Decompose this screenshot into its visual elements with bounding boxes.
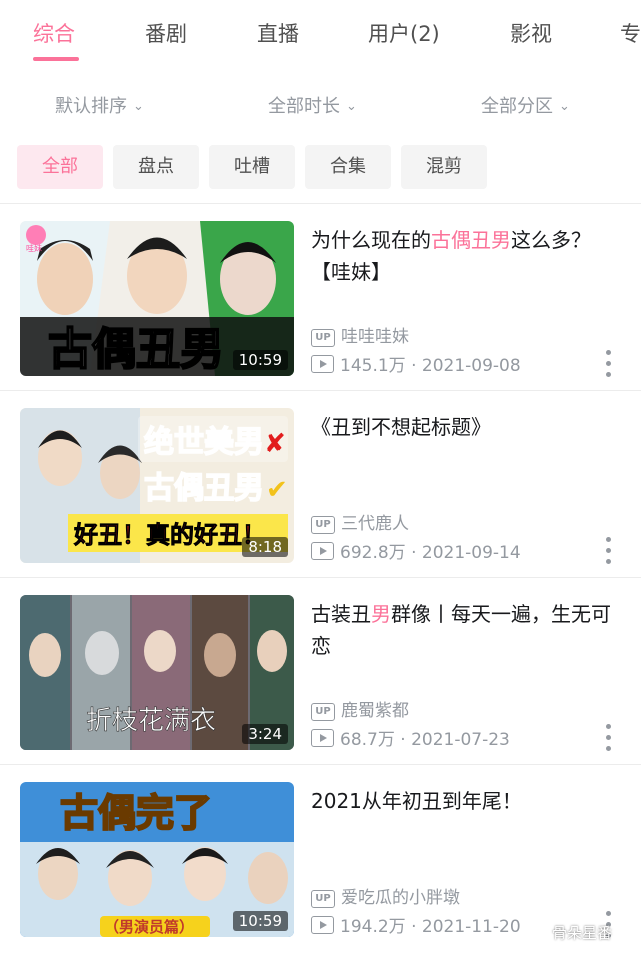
publish-date: 2021-07-23	[411, 730, 510, 750]
title-text: 2021从年初丑到年尾！	[311, 789, 522, 813]
chevron-down-icon: ⌄	[559, 99, 570, 114]
check-mark-icon: ✔	[266, 475, 288, 505]
video-thumbnail[interactable]: 古偶丑男 哇妹 10:59	[20, 221, 294, 376]
uploader-row[interactable]: UP 三代鹿人	[311, 509, 409, 534]
uploader-name: 爱吃瓜的小胖墩	[341, 888, 460, 908]
video-thumbnail[interactable]: 古偶完了 （男演员篇） 10:59	[20, 782, 294, 937]
duration-filter[interactable]: 全部时长 ⌄	[268, 92, 357, 118]
duration-filter-label: 全部时长	[268, 96, 340, 117]
tab-film[interactable]: 影视	[510, 18, 552, 48]
tab-all[interactable]: 综合	[33, 18, 75, 48]
chip-remix[interactable]: 混剪	[401, 145, 487, 189]
chip-ranking[interactable]: 盘点	[113, 145, 199, 189]
tab-users[interactable]: 用户(2)	[368, 18, 440, 48]
video-title[interactable]: 为什么现在的古偶丑男这么多？【哇妹】	[311, 224, 621, 288]
more-dots-icon[interactable]	[603, 724, 615, 752]
cross-mark-icon: ✘	[264, 429, 286, 459]
thumbnail-caption: 古偶丑男	[48, 324, 224, 375]
uploader-row[interactable]: UP 爱吃瓜的小胖墩	[311, 883, 460, 908]
up-badge-icon: UP	[311, 890, 335, 908]
video-duration: 8:18	[242, 537, 288, 557]
publish-date: 2021-09-14	[421, 543, 521, 563]
wechat-icon	[528, 926, 548, 940]
video-meta: 194.2万 · 2021-11-20	[311, 912, 521, 937]
chip-collection[interactable]: 合集	[305, 145, 391, 189]
up-badge-icon: UP	[311, 703, 335, 721]
play-count-icon	[311, 355, 334, 373]
thumbnail-caption: 古偶完了	[60, 791, 212, 835]
active-tab-indicator	[33, 57, 79, 61]
thumbnail-badge: 哇妹	[26, 243, 42, 253]
sort-filter-label: 默认排序	[55, 96, 127, 117]
up-badge-icon: UP	[311, 516, 335, 534]
play-count-icon	[311, 542, 334, 560]
title-highlight: 古偶丑男	[431, 228, 511, 252]
video-meta: 68.7万 · 2021-07-23	[311, 725, 510, 750]
thumbnail-caption: 折枝花满衣	[86, 706, 216, 736]
zone-filter-label: 全部分区	[481, 96, 553, 117]
more-dots-icon[interactable]	[603, 537, 615, 565]
publish-date: 2021-11-20	[421, 917, 521, 937]
view-count: 692.8万	[340, 543, 406, 563]
view-count: 194.2万	[340, 917, 406, 937]
sort-filter[interactable]: 默认排序 ⌄	[55, 92, 144, 118]
up-badge-icon: UP	[311, 329, 335, 347]
chip-all[interactable]: 全部	[17, 145, 103, 189]
video-card[interactable]: 绝世美男 ✘ 古偶丑男 ✔ 好丑！真的好丑！ 8:18 《丑到不想起标题》 UP…	[0, 391, 641, 578]
publish-date: 2021-09-08	[421, 356, 521, 376]
thumbnail-caption: （男演员篇）	[104, 918, 194, 936]
tab-live[interactable]: 直播	[257, 18, 299, 48]
title-text: 古装丑	[311, 602, 371, 626]
uploader-row[interactable]: UP 哇哇哇妹	[311, 322, 409, 347]
video-duration: 10:59	[232, 911, 288, 931]
video-thumbnail[interactable]: 折枝花满衣 3:24	[20, 595, 294, 750]
view-count: 145.1万	[340, 356, 406, 376]
video-title[interactable]: 2021从年初丑到年尾！	[311, 785, 621, 817]
view-count: 68.7万	[340, 730, 395, 750]
uploader-name: 三代鹿人	[341, 514, 409, 534]
title-text: 《丑到不想起标题》	[311, 415, 491, 439]
video-meta: 145.1万 · 2021-09-08	[311, 351, 521, 376]
uploader-name: 鹿蜀紫都	[341, 701, 409, 721]
video-card[interactable]: 古偶丑男 哇妹 10:59 为什么现在的古偶丑男这么多？【哇妹】 UP 哇哇哇妹 …	[0, 204, 641, 391]
tab-special[interactable]: 专	[620, 18, 641, 48]
video-card[interactable]: 折枝花满衣 3:24 古装丑男群像丨每天一遍，生无可恋 UP 鹿蜀紫都 68.7万…	[0, 578, 641, 765]
more-dots-icon[interactable]	[603, 350, 615, 378]
chevron-down-icon: ⌄	[133, 99, 144, 114]
zone-filter[interactable]: 全部分区 ⌄	[481, 92, 570, 118]
video-duration: 10:59	[232, 350, 288, 370]
chevron-down-icon: ⌄	[346, 99, 357, 114]
video-title[interactable]: 古装丑男群像丨每天一遍，生无可恋	[311, 598, 621, 662]
watermark-text: 骨朵星番	[552, 924, 613, 942]
video-duration: 3:24	[242, 724, 288, 744]
watermark: 骨朵星番	[528, 922, 612, 943]
chip-rant[interactable]: 吐槽	[209, 145, 295, 189]
search-tab-bar: 综合 番剧 直播 用户(2) 影视 专	[0, 0, 641, 72]
thumbnail-caption: 好丑！真的好丑！	[73, 521, 266, 549]
play-count-icon	[311, 916, 334, 934]
title-highlight: 男	[371, 602, 391, 626]
video-title[interactable]: 《丑到不想起标题》	[311, 411, 621, 443]
uploader-row[interactable]: UP 鹿蜀紫都	[311, 696, 409, 721]
play-count-icon	[311, 729, 334, 747]
tab-bangumi[interactable]: 番剧	[145, 18, 187, 48]
uploader-name: 哇哇哇妹	[341, 327, 409, 347]
title-text: 为什么现在的	[311, 228, 431, 252]
thumbnail-caption: 古偶丑男	[144, 471, 264, 506]
video-meta: 692.8万 · 2021-09-14	[311, 538, 521, 563]
thumbnail-caption: 绝世美男	[144, 425, 264, 460]
video-thumbnail[interactable]: 绝世美男 ✘ 古偶丑男 ✔ 好丑！真的好丑！ 8:18	[20, 408, 294, 563]
